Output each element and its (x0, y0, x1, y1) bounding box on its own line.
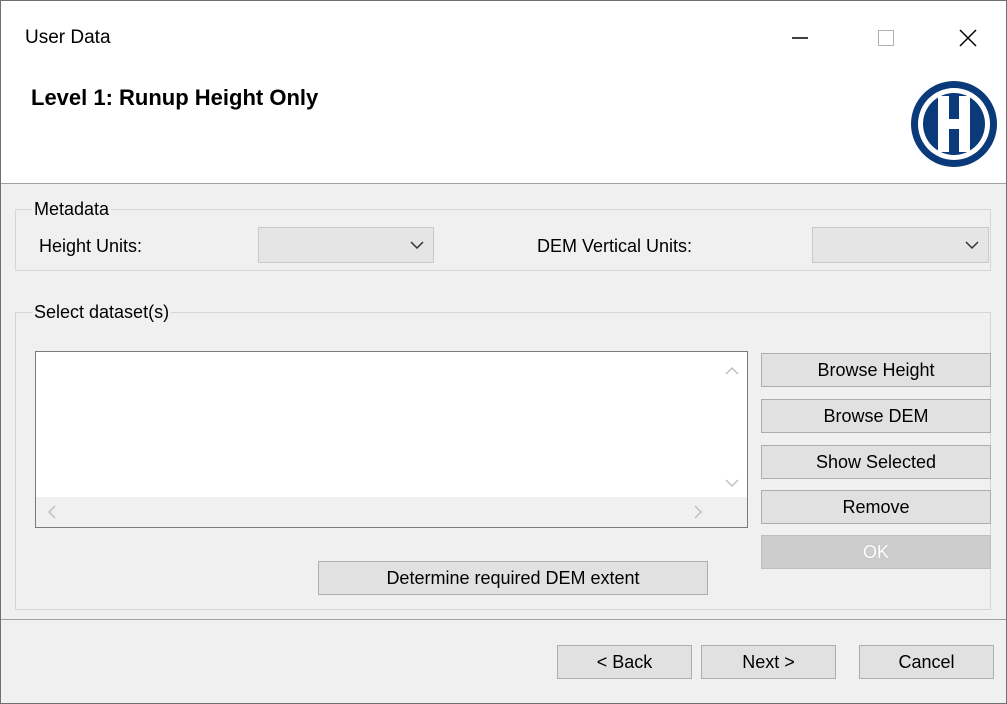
show-selected-button[interactable]: Show Selected (761, 445, 991, 479)
vertical-scrollbar[interactable] (717, 352, 747, 498)
scroll-down-icon[interactable] (717, 474, 747, 494)
close-icon (959, 29, 977, 47)
cancel-button[interactable]: Cancel (859, 645, 994, 679)
wizard-header: Level 1: Runup Height Only (1, 73, 1006, 184)
page-title: Level 1: Runup Height Only (31, 85, 319, 110)
next-button[interactable]: Next > (701, 645, 836, 679)
user-data-window: User Data Level 1: Runup Height Only Met… (0, 0, 1007, 704)
maximize-icon (878, 30, 894, 46)
datasets-group-label: Select dataset(s) (32, 302, 172, 323)
metadata-group-label: Metadata (32, 199, 112, 220)
chevron-down-icon (410, 241, 424, 250)
browse-dem-button[interactable]: Browse DEM (761, 399, 991, 433)
dem-vertical-units-label: DEM Vertical Units: (537, 236, 693, 256)
height-units-select[interactable] (258, 227, 434, 263)
title-bar: User Data (1, 1, 1006, 73)
dataset-list[interactable] (35, 351, 748, 528)
back-button[interactable]: < Back (557, 645, 692, 679)
scroll-right-icon[interactable] (688, 497, 708, 527)
minimize-icon (792, 37, 808, 39)
scroll-up-icon[interactable] (717, 360, 747, 380)
maximize-button[interactable] (863, 15, 909, 61)
browse-height-button[interactable]: Browse Height (761, 353, 991, 387)
h-circle-logo-icon (911, 81, 997, 167)
dem-vertical-units-select[interactable] (812, 227, 989, 263)
horizontal-scrollbar[interactable] (36, 497, 747, 527)
footer-divider (1, 619, 1006, 620)
determine-dem-extent-button[interactable]: Determine required DEM extent (318, 561, 708, 595)
ok-button[interactable]: OK (761, 535, 991, 569)
minimize-button[interactable] (777, 15, 823, 61)
scroll-left-icon[interactable] (42, 497, 62, 527)
height-units-label: Height Units: (39, 236, 143, 256)
window-title: User Data (25, 27, 111, 48)
chevron-down-icon (965, 241, 979, 250)
remove-button[interactable]: Remove (761, 490, 991, 524)
close-button[interactable] (945, 15, 991, 61)
